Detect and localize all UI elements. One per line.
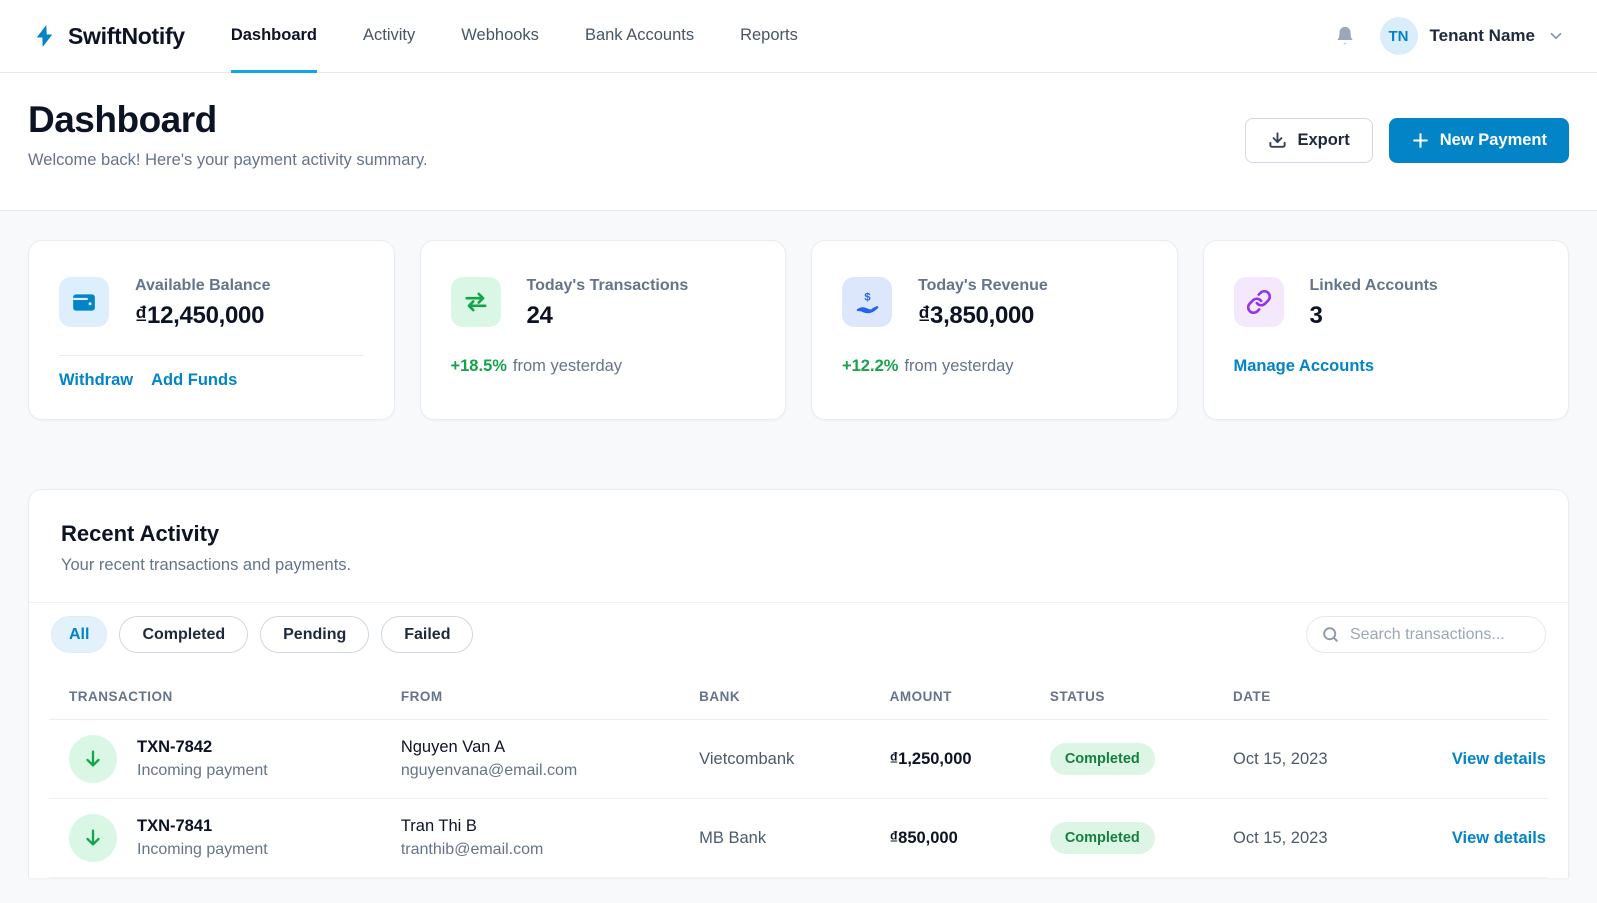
stat-value: ₫3,850,000 [918,302,1035,329]
view-details-link[interactable]: View details [1452,750,1546,769]
bank-name: MB Bank [699,828,767,847]
user-menu[interactable]: TN Tenant Name [1379,17,1566,55]
chevron-down-icon [1547,27,1565,45]
delta-suffix: from yesterday [904,357,1014,375]
filter-chip-completed[interactable]: Completed [119,616,249,653]
stat-card-todays-transactions: Today's Transactions 24 +18.5% from yest… [419,240,786,420]
notifications-bell-icon[interactable] [1330,21,1360,51]
recent-activity-card: Recent Activity Your recent transactions… [28,489,1569,878]
stat-label: Today's Revenue [918,277,1048,294]
amount: ₫850,000 [889,828,958,847]
hand-dollar-icon: $ [842,277,892,327]
incoming-arrow-icon [69,735,117,783]
status-badge: Completed [1049,822,1155,854]
view-details-link[interactable]: View details [1452,829,1546,848]
transactions-table: Transaction From Bank Amount Status Date… [29,665,1568,878]
new-payment-button[interactable]: New Payment [1388,118,1569,163]
nav-links: Dashboard Activity Webhooks Bank Account… [230,0,798,73]
download-icon [1268,131,1287,150]
svg-text:$: $ [864,291,871,303]
status-badge: Completed [1049,743,1155,775]
search-icon [1321,625,1340,644]
sender-name: Tran Thi B [400,817,477,835]
plus-icon [1411,131,1430,150]
stat-value: 24 [526,302,553,329]
filter-row: All Completed Pending Failed [29,603,1568,665]
col-actions [1367,665,1548,720]
amount: ₫1,250,000 [889,749,972,768]
col-amount: Amount [869,665,1030,720]
table-row: TXN-7841 Incoming payment Tran Thi B tra… [49,799,1548,878]
brand-name: SwiftNotify [68,22,185,49]
delta-percent: +18.5% [450,357,507,375]
stat-card-available-balance: Available Balance ₫12,450,000 Withdraw A… [28,240,395,420]
date: Oct 15, 2023 [1233,828,1328,847]
stat-card-linked-accounts: Linked Accounts 3 Manage Accounts [1202,240,1569,420]
nav-tab-reports[interactable]: Reports [740,1,798,73]
top-navbar: SwiftNotify Dashboard Activity Webhooks … [0,0,1597,73]
sender-email: nguyenvana@email.com [400,762,578,779]
export-button[interactable]: Export [1245,118,1373,163]
search-input[interactable] [1350,625,1539,644]
recent-activity-subtitle: Your recent transactions and payments. [61,556,352,574]
filter-chip-pending[interactable]: Pending [260,616,370,653]
stat-value: 3 [1309,302,1323,329]
col-transaction: Transaction [49,665,381,720]
page-title: Dashboard [28,99,217,140]
table-row: TXN-7842 Incoming payment Nguyen Van A n… [49,720,1548,799]
nav-tab-webhooks[interactable]: Webhooks [461,1,539,73]
page-header: Dashboard Welcome back! Here's your paym… [0,73,1597,211]
stat-label: Linked Accounts [1309,277,1438,294]
lightning-bolt-icon [32,23,58,49]
stat-delta: +18.5% from yesterday [451,357,756,376]
filter-chip-all[interactable]: All [51,616,108,653]
chain-link-icon [1233,277,1284,327]
delta-suffix: from yesterday [512,357,623,375]
transaction-id: TXN-7841 [137,817,213,835]
page-subtitle: Welcome back! Here's your payment activi… [28,151,428,169]
transfer-arrows-icon [450,277,501,327]
delta-percent: +12.2% [842,357,899,375]
avatar: TN [1379,17,1418,55]
transaction-type: Incoming payment [137,762,268,779]
recent-activity-title: Recent Activity [61,521,220,546]
bank-name: Vietcombank [699,749,795,768]
stats-row: Available Balance ₫12,450,000 Withdraw A… [28,240,1569,420]
export-label: Export [1297,131,1350,149]
withdraw-link[interactable]: Withdraw [59,371,133,390]
manage-accounts-link[interactable]: Manage Accounts [1234,357,1375,376]
sender-name: Nguyen Van A [400,738,506,756]
nav-tab-activity[interactable]: Activity [363,1,415,73]
transaction-id: TXN-7842 [137,738,213,756]
wallet-icon [59,277,109,327]
stat-value: ₫12,450,000 [135,302,265,329]
stat-delta: +12.2% from yesterday [842,357,1147,376]
col-status: Status [1029,665,1214,720]
filter-chip-failed[interactable]: Failed [381,616,474,653]
stat-label: Today's Transactions [526,277,689,294]
stat-label: Available Balance [135,277,271,294]
nav-tab-bank-accounts[interactable]: Bank Accounts [585,1,694,73]
sender-email: tranthib@email.com [400,841,544,858]
stat-card-todays-revenue: $ Today's Revenue ₫3,850,000 +12.2% from… [811,240,1178,420]
brand-logo[interactable]: SwiftNotify [32,23,185,50]
incoming-arrow-icon [69,814,117,862]
user-name: Tenant Name [1429,26,1536,45]
search-box[interactable] [1306,616,1546,653]
add-funds-link[interactable]: Add Funds [151,371,237,390]
new-payment-label: New Payment [1439,131,1547,149]
transaction-type: Incoming payment [137,841,268,858]
date: Oct 15, 2023 [1233,749,1328,768]
col-from: From [380,665,680,720]
nav-tab-dashboard[interactable]: Dashboard [230,1,317,73]
col-bank: Bank [679,665,870,720]
table-header-row: Transaction From Bank Amount Status Date [49,665,1548,720]
col-date: Date [1213,665,1368,720]
